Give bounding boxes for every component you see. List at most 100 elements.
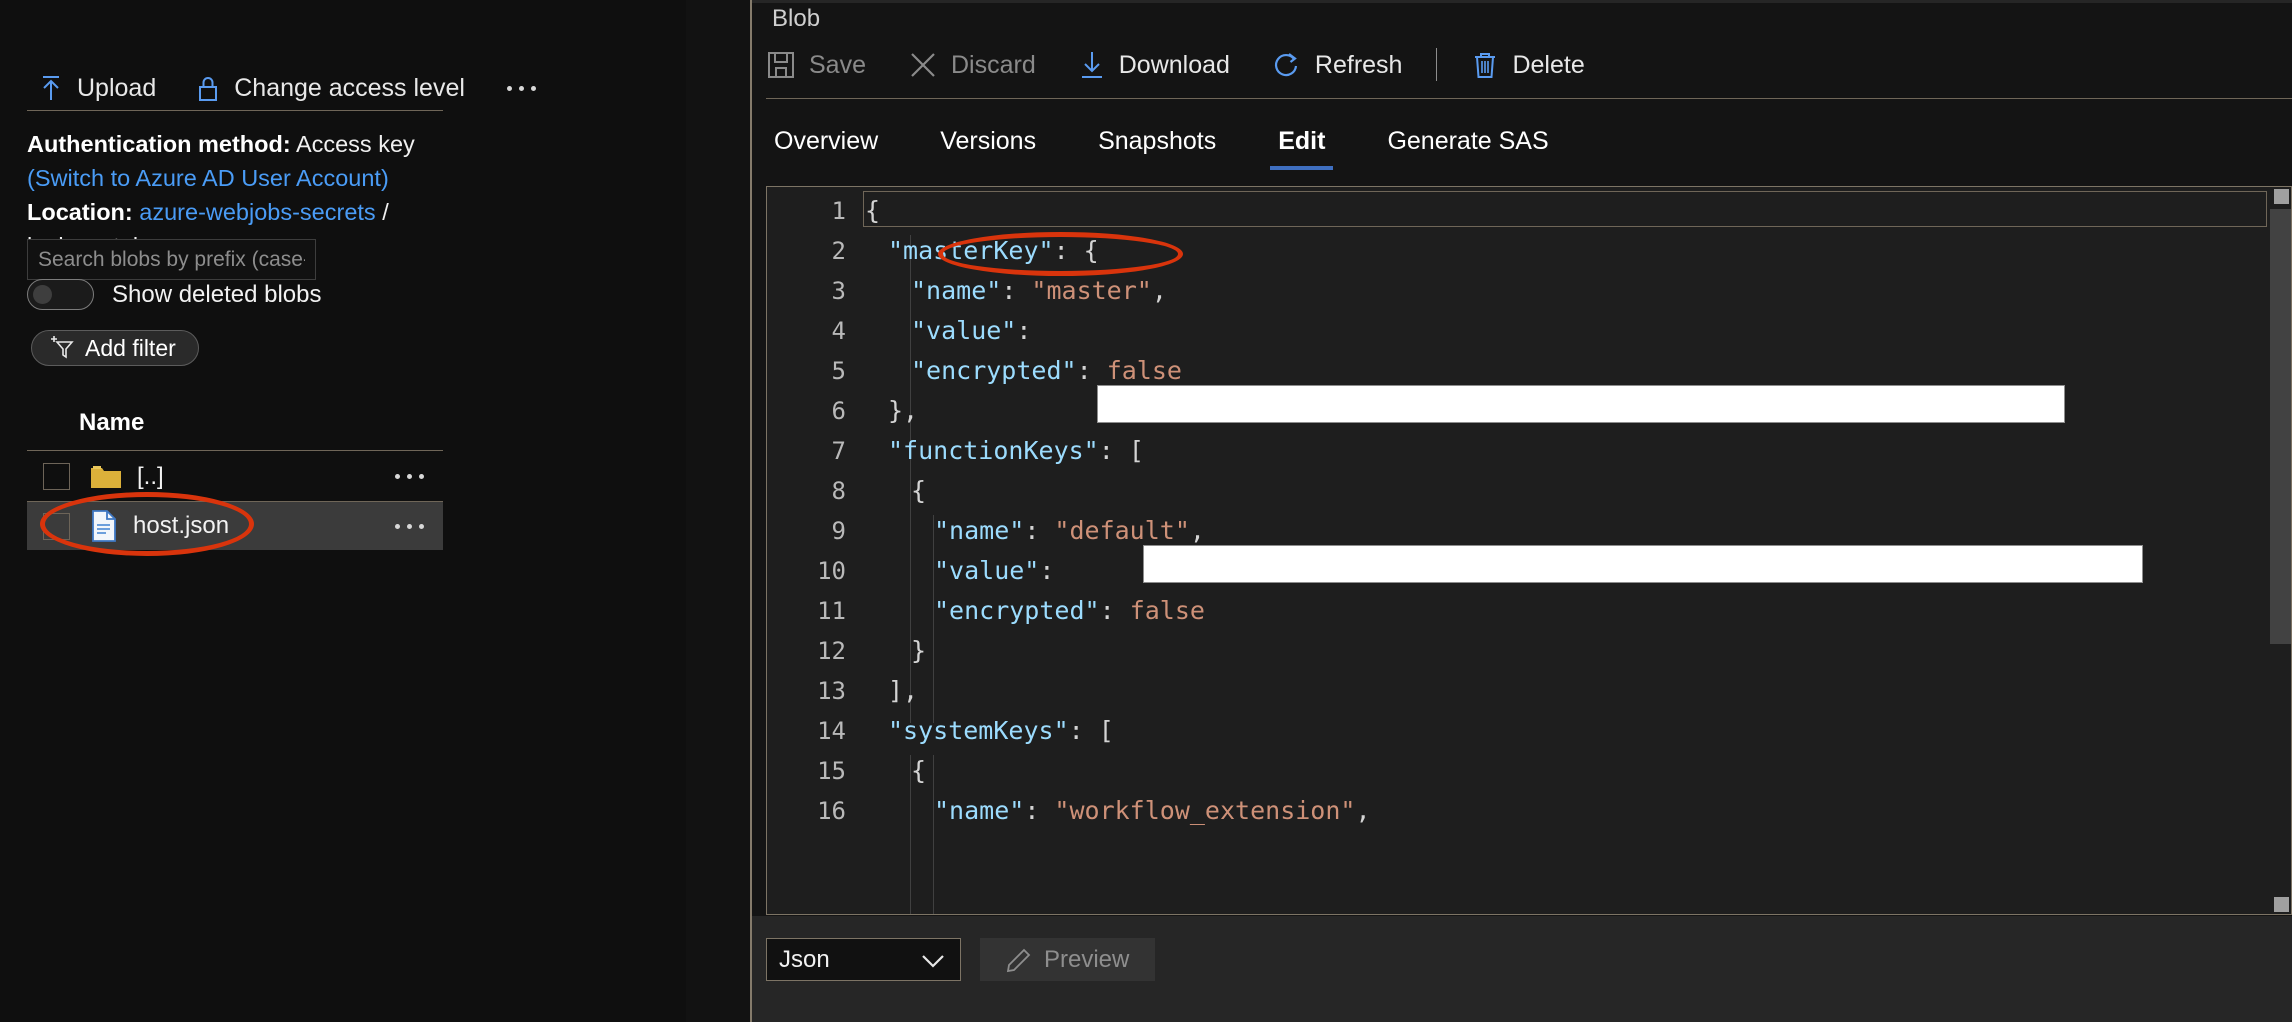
save-label: Save: [809, 50, 866, 79]
tab-generate-sas[interactable]: Generate SAS: [1379, 127, 1556, 170]
container-command-bar: Upload Change access level: [38, 73, 542, 103]
pencil-icon: [1006, 947, 1032, 973]
close-icon: [908, 50, 938, 80]
line-number: 15: [817, 757, 846, 785]
row-checkbox[interactable]: [43, 512, 70, 540]
line-number: 13: [817, 677, 846, 705]
location-label: Location:: [27, 199, 133, 225]
ellipsis-dot-icon: [419, 474, 424, 479]
preview-button[interactable]: Preview: [980, 938, 1156, 981]
delete-label: Delete: [1512, 50, 1585, 79]
download-button[interactable]: Download: [1078, 50, 1230, 80]
code-token-key: "encrypted": [911, 356, 1077, 385]
change-access-level-label: Change access level: [234, 74, 465, 102]
code-token-pun: },: [888, 396, 919, 425]
code-line: "systemKeys": [: [865, 711, 1114, 751]
code-token-key: "masterKey": [888, 236, 1054, 265]
code-token-pun: :: [1076, 356, 1107, 385]
search-blobs-input[interactable]: [27, 239, 316, 280]
ellipsis-dot-icon: [530, 85, 536, 91]
scrollbar-thumb[interactable]: [2270, 209, 2291, 644]
show-deleted-blobs-label: Show deleted blobs: [112, 280, 322, 308]
line-number: 6: [831, 397, 846, 425]
show-deleted-blobs-toggle[interactable]: [27, 279, 94, 310]
code-token-pun: : [: [1068, 716, 1114, 745]
code-line: "masterKey": {: [865, 231, 1099, 271]
row-context-menu-button[interactable]: [389, 518, 430, 535]
code-token-pun: :: [1024, 516, 1055, 545]
code-token-pun: : {: [1053, 236, 1099, 265]
code-token-pun: ,: [1355, 796, 1371, 825]
language-select[interactable]: Json: [766, 938, 961, 981]
code-line: "name": "master",: [865, 271, 1167, 311]
switch-to-azure-ad-link[interactable]: (Switch to Azure AD User Account): [27, 165, 389, 191]
line-number: 10: [817, 557, 846, 585]
redacted-value-box: [1097, 385, 2065, 423]
line-number: 9: [831, 517, 846, 545]
code-line: {: [865, 751, 926, 791]
blob-detail-panel: Blob Save Discard Download Refresh Delet…: [752, 0, 2292, 1022]
code-token-key: "systemKeys": [888, 716, 1069, 745]
code-token-key: "name": [934, 796, 1025, 825]
code-token-pun: ,: [1189, 516, 1205, 545]
table-row[interactable]: host.json: [27, 501, 443, 550]
row-context-menu-button[interactable]: [389, 468, 430, 485]
chevron-down-icon: [920, 953, 946, 969]
ellipsis-dot-icon: [395, 474, 400, 479]
blob-name: [..]: [137, 462, 164, 490]
redacted-value-box: [1143, 545, 2143, 583]
code-line: ],: [865, 671, 918, 711]
code-token-key: "value": [911, 316, 1017, 345]
save-button[interactable]: Save: [766, 50, 866, 80]
code-token-str: "master": [1031, 276, 1152, 305]
change-access-level-button[interactable]: Change access level: [195, 73, 465, 103]
panel-gap: [686, 0, 750, 1022]
upload-label: Upload: [77, 74, 157, 102]
location-container-link[interactable]: azure-webjobs-secrets: [139, 199, 375, 225]
blob-command-bar: Save Discard Download Refresh Delete: [766, 48, 1585, 81]
refresh-button[interactable]: Refresh: [1272, 50, 1402, 80]
save-icon: [766, 50, 796, 80]
line-number: 16: [817, 797, 846, 825]
code-line: "encrypted": false: [865, 591, 1205, 631]
code-editor[interactable]: 1 2 3 4 5 6 7 8 9 10 11 12 13 14 15 16 {"masterKey": {"…: [766, 186, 2292, 915]
code-token-pun: {: [865, 196, 881, 225]
add-filter-button[interactable]: Add filter: [31, 330, 199, 366]
container-more-commands-button[interactable]: [501, 82, 542, 95]
tab-snapshots[interactable]: Snapshots: [1090, 127, 1224, 170]
scroll-up-button[interactable]: [2274, 189, 2289, 204]
row-checkbox[interactable]: [43, 463, 70, 490]
scroll-down-button[interactable]: [2274, 897, 2289, 912]
column-header-name[interactable]: Name: [79, 409, 144, 437]
code-token-lit: false: [1129, 596, 1205, 625]
tab-edit[interactable]: Edit: [1270, 127, 1334, 170]
tab-versions[interactable]: Versions: [932, 127, 1044, 170]
preview-label: Preview: [1044, 945, 1130, 973]
line-number: 11: [817, 597, 846, 625]
line-number: 2: [831, 237, 846, 265]
ellipsis-dot-icon: [518, 85, 524, 91]
code-token-key: "functionKeys": [888, 436, 1099, 465]
code-token-lit: false: [1106, 356, 1182, 385]
discard-button[interactable]: Discard: [908, 50, 1036, 80]
blob-container-panel: Upload Change access level Authenticatio…: [0, 0, 686, 1022]
ellipsis-dot-icon: [395, 523, 400, 529]
code-line: {: [865, 191, 880, 231]
upload-button[interactable]: Upload: [38, 73, 156, 103]
code-line: }: [865, 631, 926, 671]
download-label: Download: [1118, 50, 1230, 79]
tab-overview[interactable]: Overview: [766, 127, 886, 170]
table-row[interactable]: [..]: [27, 452, 443, 501]
file-json-icon: [90, 510, 118, 542]
code-token-str: "workflow_extension": [1054, 796, 1356, 825]
location-separator: /: [382, 199, 389, 225]
code-token-pun: ,: [1151, 276, 1167, 305]
authentication-method-label: Authentication method:: [27, 131, 291, 157]
delete-button[interactable]: Delete: [1471, 50, 1585, 80]
editor-vertical-scrollbar[interactable]: [2270, 187, 2291, 914]
code-token-pun: :: [1001, 276, 1032, 305]
code-token-pun: :: [1016, 316, 1032, 345]
line-number: 7: [831, 437, 846, 465]
line-number: 3: [831, 277, 846, 305]
code-token-pun: :: [1039, 556, 1055, 585]
